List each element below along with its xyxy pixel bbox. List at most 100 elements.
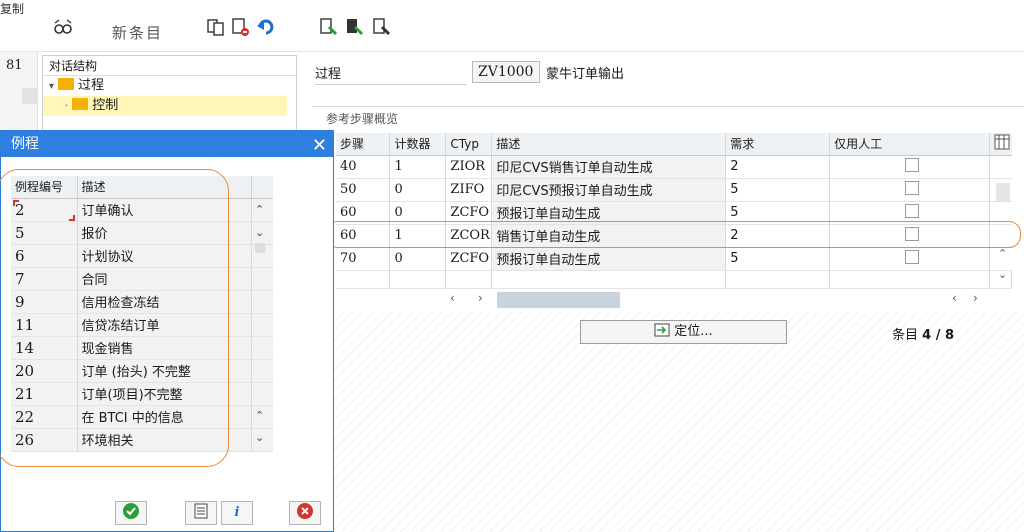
- empty-cell: [389, 270, 447, 289]
- description-cell: 预报订单自动生成: [491, 247, 727, 271]
- scroll-left-icon[interactable]: ‹: [450, 291, 455, 305]
- process-label: 过程: [315, 63, 467, 85]
- col-description[interactable]: 描述: [491, 133, 727, 156]
- dialog-titlebar: 例程 ✕: [1, 131, 333, 157]
- empty-cell: [336, 270, 391, 289]
- copy-as-icon[interactable]: [206, 17, 226, 37]
- deselect-icon[interactable]: [371, 17, 391, 37]
- step-cell: 70: [336, 247, 391, 271]
- dialog-structure-tree: 对话结构 ▾ 过程 · 控制: [42, 55, 297, 133]
- scroll-left-icon-2[interactable]: ‹: [952, 291, 957, 305]
- document-list-icon: [194, 503, 208, 519]
- step-cell: 50: [336, 178, 391, 202]
- manual-only-checkbox[interactable]: [904, 180, 919, 195]
- step-cell: 40: [336, 155, 391, 179]
- select-block-icon[interactable]: [344, 17, 364, 37]
- col-step[interactable]: 步骤: [336, 133, 391, 156]
- description-cell: 印尼CVS预报订单自动生成: [491, 178, 727, 202]
- open-folder-icon: [72, 98, 89, 110]
- horizontal-scrollbar-thumb[interactable]: [497, 292, 620, 308]
- highlight-annotation-list: [0, 169, 229, 467]
- col-counter[interactable]: 计数器: [389, 133, 447, 156]
- toolbar: 复制 新条目: [0, 0, 1024, 52]
- manual-only-checkbox[interactable]: [904, 249, 919, 264]
- manual-only-cell: [829, 155, 990, 179]
- scroll-up-icon[interactable]: ⌃: [255, 203, 264, 216]
- list-details-button[interactable]: [185, 501, 217, 525]
- left-strip: 81: [0, 52, 38, 132]
- routine-dialog: 例程 ✕ 例程编号 描述 2 订单确认 5 报价 6 计划协议 7 合同 9 信用检查冻结 11 信贷…: [0, 130, 334, 532]
- manual-only-checkbox[interactable]: [904, 157, 919, 172]
- chevron-down-icon[interactable]: ▾: [49, 81, 54, 92]
- empty-cell: [829, 270, 990, 289]
- left-strip-block: [22, 88, 38, 104]
- requirement-cell[interactable]: 2: [725, 155, 831, 179]
- folder-icon: [58, 78, 75, 90]
- row-spacer: [989, 155, 1012, 179]
- position-button-label: 定位...: [674, 324, 713, 339]
- routine-scroll-cell: [251, 290, 273, 314]
- routine-col-spacer: [251, 176, 273, 199]
- table-row[interactable]: 70 0 ZCFO 预报订单自动生成 5: [336, 247, 1012, 271]
- vertical-scrollbar-thumb[interactable]: [996, 183, 1010, 201]
- manual-only-cell: [829, 178, 990, 202]
- scroll-right-icon-2[interactable]: ›: [973, 291, 978, 305]
- tree-item-process[interactable]: ▾ 过程: [43, 76, 296, 96]
- col-manual-only[interactable]: 仅用人工: [829, 133, 990, 156]
- manual-only-checkbox[interactable]: [904, 203, 919, 218]
- close-icon[interactable]: ✕: [312, 133, 327, 159]
- vertical-scrollbar-thumb[interactable]: [255, 243, 265, 253]
- col-ctyp[interactable]: CTyp: [445, 133, 493, 156]
- hatched-background-lower: [334, 312, 1024, 532]
- info-icon: i: [234, 505, 240, 520]
- process-code-field: ZV1000: [472, 61, 540, 83]
- steps-table: 步骤 计数器 CTyp 描述 需求 仅用人工 40 1 ZIOR 印尼CVS销售订单自…: [336, 133, 1013, 289]
- new-entries-button[interactable]: 新条目: [112, 22, 163, 43]
- page-down-icon[interactable]: ⌄: [255, 431, 264, 444]
- position-button[interactable]: 定位...: [580, 320, 787, 344]
- scroll-down-icon[interactable]: ⌄: [998, 268, 1007, 281]
- checkmark-icon: [123, 503, 139, 519]
- tree-item-control[interactable]: · 控制: [43, 96, 287, 116]
- empty-cell: [725, 270, 831, 289]
- confirm-button[interactable]: [115, 501, 147, 525]
- left-strip-value: 81: [6, 58, 23, 73]
- col-requirement[interactable]: 需求: [725, 133, 831, 156]
- bullet-icon: ·: [65, 101, 69, 112]
- cancel-button[interactable]: [289, 501, 321, 525]
- glasses-icon[interactable]: [53, 17, 73, 37]
- routine-scroll-cell: [251, 267, 273, 291]
- routine-scroll-cell: [251, 359, 273, 383]
- requirement-cell[interactable]: 5: [725, 247, 831, 271]
- counter-cell: 0: [389, 178, 447, 202]
- empty-row: [336, 270, 1013, 289]
- steps-title: 参考步骤概览: [326, 112, 399, 126]
- empty-cell: [491, 270, 727, 289]
- dialog-title: 例程: [11, 136, 39, 152]
- entries-label: 条目: [892, 328, 919, 343]
- table-settings-cell[interactable]: [989, 133, 1012, 156]
- undo-icon[interactable]: [256, 17, 276, 37]
- process-description: 蒙牛订单输出: [546, 67, 625, 82]
- requirement-cell[interactable]: 5: [725, 178, 831, 202]
- manual-only-cell: [829, 247, 990, 271]
- page-up-icon[interactable]: ⌃: [255, 409, 264, 422]
- counter-cell: 0: [389, 247, 447, 271]
- tree-item-label: 控制: [92, 98, 119, 113]
- table-row[interactable]: 40 1 ZIOR 印尼CVS销售订单自动生成 2: [336, 155, 1012, 179]
- empty-cell: [445, 270, 493, 289]
- scroll-right-icon[interactable]: ›: [478, 291, 483, 305]
- table-settings-icon[interactable]: [994, 134, 1010, 150]
- select-all-icon[interactable]: [318, 17, 338, 37]
- scroll-up-icon[interactable]: ⌃: [998, 247, 1007, 260]
- delete-icon[interactable]: [230, 17, 250, 37]
- copy-menu-label[interactable]: 复制: [0, 0, 24, 17]
- table-row[interactable]: 50 0 ZIFO 印尼CVS预报订单自动生成 5: [336, 178, 1012, 202]
- ctyp-cell: ZCFO: [445, 247, 493, 271]
- ctyp-cell: ZIOR: [445, 155, 493, 179]
- ctyp-cell: ZIFO: [445, 178, 493, 202]
- info-button[interactable]: i: [221, 501, 253, 525]
- tree-header: 对话结构: [43, 56, 296, 76]
- scroll-down-icon[interactable]: ⌄: [255, 226, 264, 239]
- highlight-annotation-row: [326, 221, 1021, 248]
